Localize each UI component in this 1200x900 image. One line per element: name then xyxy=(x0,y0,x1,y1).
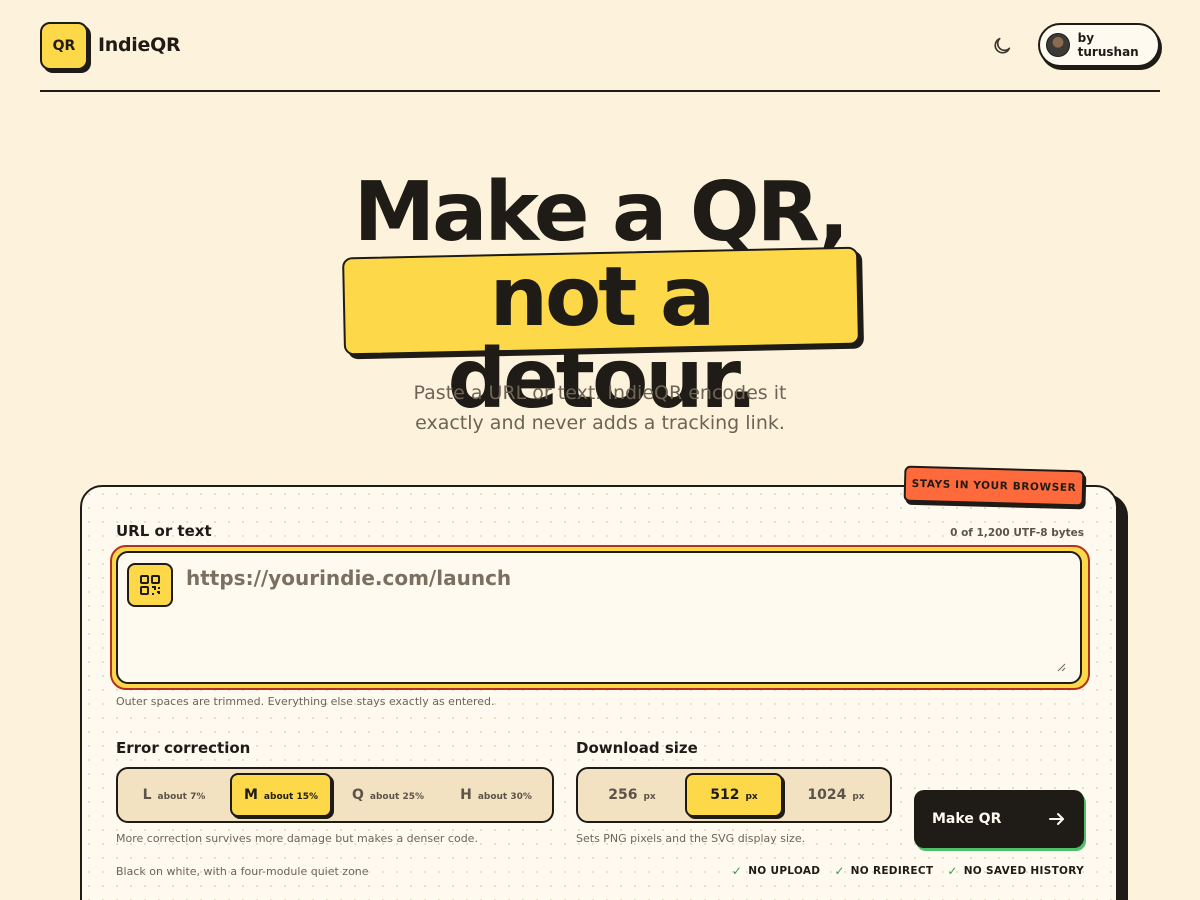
ec-option-m[interactable]: M about 15% xyxy=(230,773,332,817)
hero-subtitle-line2: exactly and never adds a tracking link. xyxy=(415,412,785,434)
logo-badge[interactable]: QR xyxy=(40,22,88,70)
size-option-512[interactable]: 512 px xyxy=(685,773,783,817)
input-label: URL or text xyxy=(116,522,212,540)
size-option-1024[interactable]: 1024 px xyxy=(788,773,884,817)
ec-detail: about 25% xyxy=(369,792,424,802)
check-icon: ✓ xyxy=(947,864,958,878)
style-note: Black on white, with a four-module quiet… xyxy=(116,865,369,878)
input-hint: Outer spaces are trimmed. Everything els… xyxy=(116,695,495,708)
author-link[interactable]: by turushan xyxy=(1038,23,1160,67)
ec-option-l[interactable]: L about 7% xyxy=(124,773,224,817)
size-value: 256 xyxy=(608,787,638,803)
resize-handle-icon[interactable] xyxy=(1056,662,1066,672)
brand-name[interactable]: IndieQR xyxy=(98,34,181,56)
guarantee-label: NO SAVED HISTORY xyxy=(963,865,1084,877)
hero-subtitle: Paste a URL or text. IndieQR encodes it … xyxy=(0,378,1200,438)
download-size-label: Download size xyxy=(576,739,698,757)
hero-subtitle-line1: Paste a URL or text. IndieQR encodes it xyxy=(413,382,787,404)
hero-title-line1: Make a QR, xyxy=(353,165,850,260)
logo-text: QR xyxy=(52,38,76,54)
guarantee-no-saved-history: ✓ NO SAVED HISTORY xyxy=(947,864,1084,878)
size-value: 512 xyxy=(710,787,740,803)
size-option-256[interactable]: 256 px xyxy=(584,773,680,817)
ec-level: H xyxy=(460,787,472,803)
guarantee-no-redirect: ✓ NO REDIRECT xyxy=(834,864,933,878)
guarantee-label: NO UPLOAD xyxy=(748,865,821,877)
arrow-right-icon xyxy=(1049,813,1064,825)
make-qr-label: Make QR xyxy=(932,811,1002,827)
author-label: by turushan xyxy=(1077,31,1139,59)
ec-detail: about 7% xyxy=(157,792,206,802)
error-correction-label: Error correction xyxy=(116,739,251,757)
size-value: 1024 xyxy=(807,787,847,803)
url-text-input[interactable] xyxy=(186,566,1066,676)
size-unit: px xyxy=(643,792,656,802)
ec-level: M xyxy=(243,787,258,803)
size-unit: px xyxy=(852,792,865,802)
check-icon: ✓ xyxy=(834,864,845,878)
guarantee-label: NO REDIRECT xyxy=(850,865,934,877)
ec-level: Q xyxy=(352,787,364,803)
ec-option-q[interactable]: Q about 25% xyxy=(338,773,438,817)
avatar xyxy=(1046,33,1070,57)
ec-level: L xyxy=(142,787,152,803)
byte-counter: 0 of 1,200 UTF-8 bytes xyxy=(950,527,1084,539)
site-header: QR IndieQR by turushan xyxy=(40,0,1160,92)
download-size-hint: Sets PNG pixels and the SVG display size… xyxy=(576,832,806,845)
guarantee-no-upload: ✓ NO UPLOAD xyxy=(732,864,820,878)
error-correction-selector: L about 7% M about 15% Q about 25% H abo… xyxy=(116,767,554,823)
check-icon: ✓ xyxy=(731,864,743,878)
error-correction-hint: More correction survives more damage but… xyxy=(116,832,478,845)
qr-code-icon xyxy=(127,563,173,607)
make-qr-button[interactable]: Make QR xyxy=(914,790,1084,848)
stays-in-browser-badge: STAYS IN YOUR BROWSER xyxy=(903,465,1085,507)
privacy-guarantees: ✓ NO UPLOAD ✓ NO REDIRECT ✓ NO SAVED HIS… xyxy=(700,864,1084,878)
moon-icon xyxy=(994,37,1011,54)
ec-option-h[interactable]: H about 30% xyxy=(446,773,546,817)
ec-detail: about 30% xyxy=(477,792,532,802)
theme-toggle-button[interactable] xyxy=(988,32,1016,60)
ec-detail: about 15% xyxy=(263,792,319,802)
size-unit: px xyxy=(745,792,758,802)
download-size-selector: 256 px 512 px 1024 px xyxy=(576,767,892,823)
